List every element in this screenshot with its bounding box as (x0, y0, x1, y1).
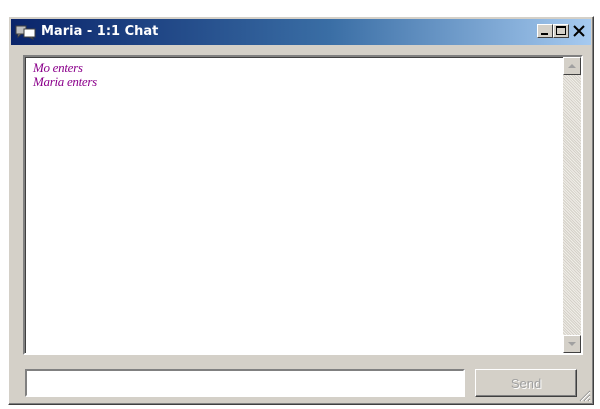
triangle-down-icon (568, 342, 576, 346)
message-input[interactable] (25, 369, 465, 397)
scroll-up-button[interactable] (563, 57, 581, 75)
system-message: Mo enters (33, 60, 83, 75)
chat-transcript[interactable]: Mo enters Maria enters (23, 55, 583, 355)
triangle-up-icon (568, 64, 576, 68)
send-button[interactable]: Send (475, 369, 577, 397)
vertical-scrollbar[interactable] (563, 57, 581, 353)
title-bar[interactable]: Maria - 1:1 Chat (11, 19, 591, 45)
close-button[interactable] (571, 24, 587, 38)
chat-window: Maria - 1:1 Chat Mo enters Maria enters (8, 16, 594, 405)
maximize-button[interactable] (553, 24, 569, 38)
scroll-down-button[interactable] (563, 335, 581, 353)
resize-grip-icon[interactable] (577, 388, 591, 402)
window-title: Maria - 1:1 Chat (41, 24, 159, 39)
system-message: Maria enters (33, 74, 97, 89)
minimize-button[interactable] (537, 24, 553, 38)
close-icon (573, 25, 585, 37)
chat-log: Mo enters Maria enters (33, 61, 559, 89)
chat-app-icon (15, 24, 37, 41)
maximize-icon (556, 26, 566, 35)
minimize-icon (541, 33, 548, 35)
